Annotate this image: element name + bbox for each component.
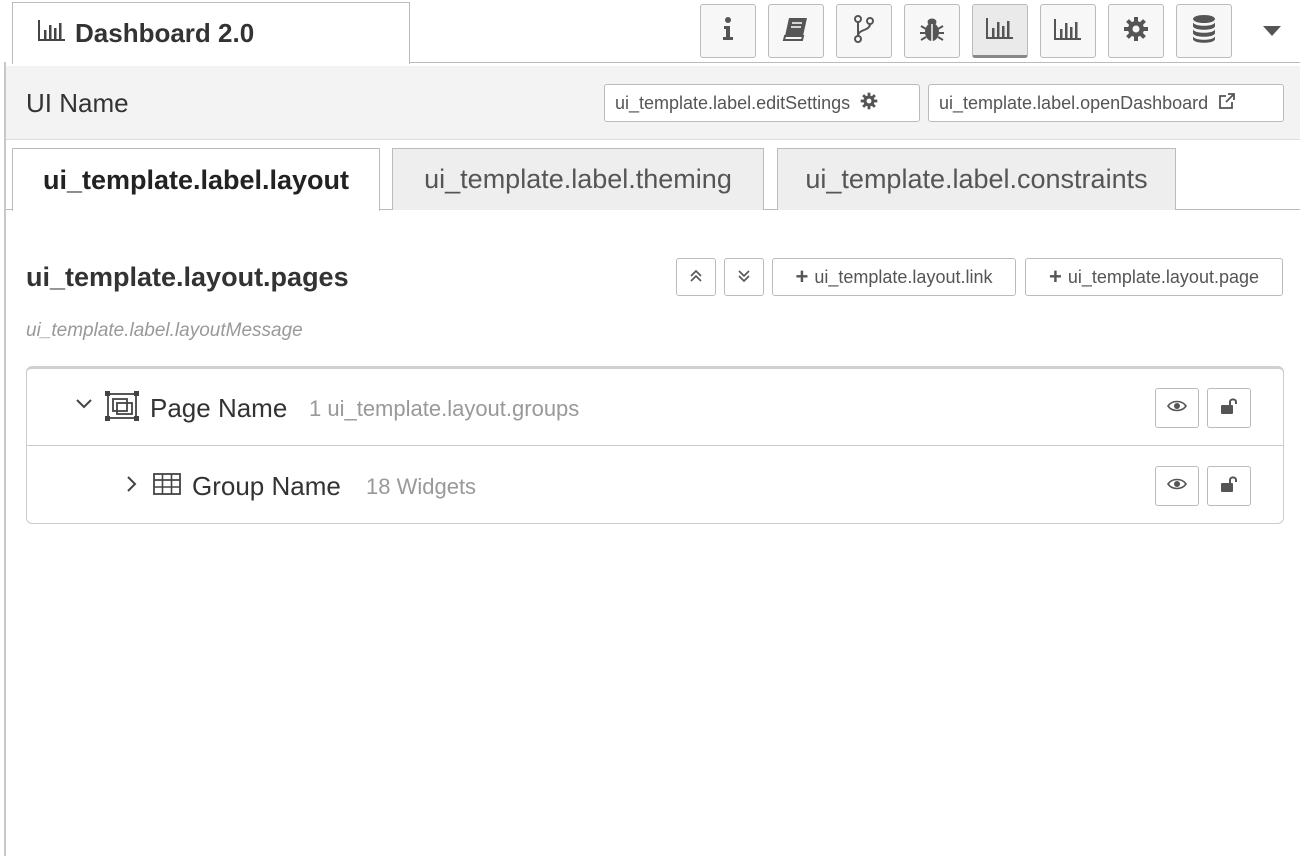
caret-down-icon: [1263, 23, 1281, 41]
open-dashboard-label: ui_template.label.openDashboard: [939, 92, 1209, 113]
header-divider: [408, 62, 1300, 63]
collapse-all-button[interactable]: [676, 258, 716, 296]
dashboard-button[interactable]: [1040, 4, 1096, 58]
tab-layout[interactable]: ui_template.label.layout: [12, 148, 380, 211]
group-name: Group Name: [192, 471, 341, 501]
sidebar-tab-title: Dashboard 2.0: [75, 18, 255, 48]
unlock-icon: [1219, 475, 1239, 498]
group-visibility-button[interactable]: [1155, 466, 1199, 506]
eye-icon: [1167, 399, 1187, 418]
tree-row-page[interactable]: Page Name 1 ui_template.layout.groups: [27, 369, 1283, 446]
debug-button[interactable]: [904, 4, 960, 58]
add-page-label: ui_template.layout.page: [1067, 266, 1259, 287]
page-name: Page Name: [150, 393, 288, 423]
layout-pages-title: ui_template.layout.pages: [26, 262, 349, 292]
sidebar-tab-dashboard[interactable]: Dashboard 2.0: [12, 2, 410, 64]
dashboard-subheader: UI Name ui_template.label.editSettings u…: [6, 66, 1300, 140]
sidebar-menu-dropdown[interactable]: [1252, 14, 1292, 50]
double-chevron-down-icon: [737, 267, 751, 288]
config-button[interactable]: [1108, 4, 1164, 58]
double-chevron-up-icon: [689, 267, 703, 288]
tab-constraints[interactable]: ui_template.label.constraints: [777, 148, 1176, 210]
page-visibility-button[interactable]: [1155, 388, 1199, 428]
eye-icon: [1167, 477, 1187, 496]
pages-tree: Page Name 1 ui_template.layout.groups Gr…: [26, 366, 1284, 524]
add-page-button[interactable]: + ui_template.layout.page: [1025, 258, 1283, 296]
external-link-icon: [1208, 92, 1236, 115]
tab-theming[interactable]: ui_template.label.theming: [392, 148, 764, 210]
database-icon: [1191, 14, 1217, 49]
group-lock-button[interactable]: [1207, 466, 1251, 506]
open-dashboard-button[interactable]: ui_template.label.openDashboard: [928, 84, 1284, 122]
book-icon: [782, 16, 810, 47]
context-button[interactable]: [836, 4, 892, 58]
info-button[interactable]: [700, 4, 756, 58]
sidebar-header: Dashboard 2.0: [0, 0, 1300, 66]
chevron-right-icon[interactable]: [125, 475, 139, 498]
panel-left-border: [4, 62, 6, 856]
git-branch-icon: [852, 14, 876, 48]
group-widget-count: 18 Widgets: [366, 474, 477, 499]
bar-chart-icon: [985, 16, 1015, 45]
bug-icon: [918, 15, 946, 48]
layout-message: ui_template.label.layoutMessage: [26, 320, 303, 341]
expand-all-button[interactable]: [724, 258, 764, 296]
info-icon: [718, 16, 738, 47]
context-data-button[interactable]: [1176, 4, 1232, 58]
plus-icon: +: [1049, 264, 1062, 289]
help-book-button[interactable]: [768, 4, 824, 58]
page-lock-button[interactable]: [1207, 388, 1251, 428]
dashboard-2-button[interactable]: [972, 4, 1028, 58]
unlock-icon: [1219, 397, 1239, 420]
table-grid-icon: [153, 473, 181, 500]
add-link-button[interactable]: + ui_template.layout.link: [772, 258, 1016, 296]
add-link-label: ui_template.layout.link: [814, 266, 993, 287]
page-frame-icon: [105, 391, 139, 426]
bar-chart-icon: [1053, 17, 1083, 46]
edit-settings-button[interactable]: ui_template.label.editSettings: [604, 84, 920, 122]
page-group-count: 1 ui_template.layout.groups: [309, 396, 580, 421]
chevron-down-icon[interactable]: [75, 397, 93, 416]
gear-icon: [1123, 16, 1149, 47]
plus-icon: +: [795, 264, 809, 289]
gear-icon: [850, 92, 878, 115]
edit-settings-label: ui_template.label.editSettings: [615, 92, 851, 113]
tree-row-group[interactable]: Group Name 18 Widgets: [27, 447, 1283, 524]
bar-chart-icon: [37, 18, 75, 49]
ui-name-label: UI Name: [26, 88, 129, 118]
